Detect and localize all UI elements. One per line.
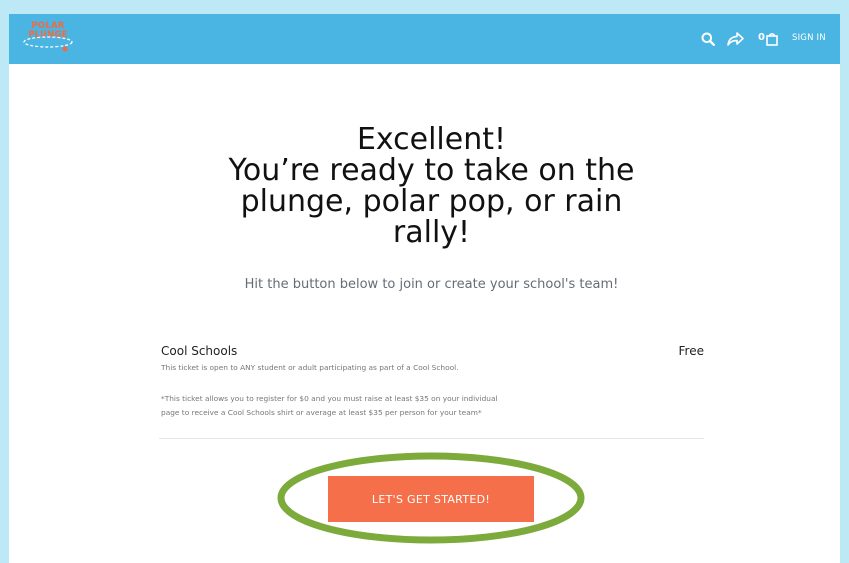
ticket-note: *This ticket allows you to register for … bbox=[161, 392, 581, 420]
ticket-card: Cool Schools Free This ticket is open to… bbox=[159, 344, 704, 439]
cart-icon[interactable] bbox=[765, 14, 779, 64]
search-icon[interactable] bbox=[699, 14, 717, 64]
ticket-note-line: page to receive a Cool Schools shirt or … bbox=[161, 408, 482, 417]
headline-line: rally! bbox=[392, 215, 471, 250]
headline-line: plunge, polar pop, or rain bbox=[240, 184, 623, 219]
page-frame: POLAR PLUNGE 0 SIGN IN Excellent! You’re… bbox=[9, 14, 840, 563]
top-navigation-bar: POLAR PLUNGE 0 SIGN IN bbox=[9, 14, 840, 64]
lets-get-started-button[interactable]: LET'S GET STARTED! bbox=[328, 476, 534, 522]
ticket-note-line: *This ticket allows you to register for … bbox=[161, 394, 498, 403]
share-icon[interactable] bbox=[725, 14, 745, 64]
headline-line: Excellent! bbox=[356, 122, 507, 157]
polar-plunge-logo[interactable]: POLAR PLUNGE bbox=[21, 22, 75, 54]
logo-ring-icon bbox=[23, 36, 73, 52]
sign-in-link[interactable]: SIGN IN bbox=[792, 33, 826, 43]
ticket-name: Cool Schools bbox=[161, 344, 238, 358]
headline-line: You’re ready to take on the bbox=[228, 153, 635, 188]
ticket-description: This ticket is open to ANY student or ad… bbox=[161, 363, 459, 372]
cart-count: 0 bbox=[758, 32, 765, 43]
ticket-price: Free bbox=[678, 344, 704, 358]
page-subheadline: Hit the button below to join or create y… bbox=[244, 277, 619, 292]
page-headline: Excellent! You’re ready to take on the p… bbox=[9, 124, 840, 248]
